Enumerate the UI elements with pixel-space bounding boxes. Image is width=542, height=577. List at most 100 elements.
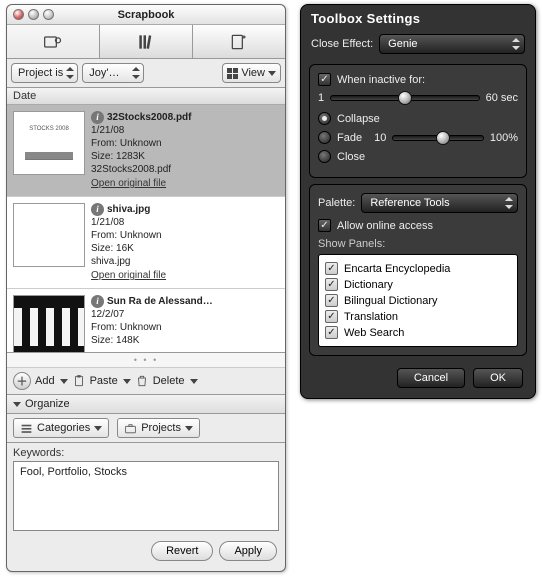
scrapbook-titlebar[interactable]: Scrapbook [7,5,285,25]
open-original-link[interactable]: Open original file [91,269,166,282]
date-section-header: Date [7,88,285,105]
palette-value: Reference Tools [370,197,449,209]
apply-row: Revert Apply [7,535,285,571]
item-date: 1/21/08 [91,124,279,137]
chevron-down-icon[interactable] [60,379,68,384]
list-item[interactable]: STOCKS 2008 i 32Stocks2008.pdf 1/21/08 F… [7,105,285,197]
info-icon[interactable]: i [91,295,104,308]
projects-label: Projects [141,422,181,434]
trash-icon [135,374,149,388]
inactive-checkbox[interactable]: ✓ [318,73,331,86]
tab-library[interactable] [100,25,193,58]
item-title: shiva.jpg [107,203,150,216]
close-radio[interactable] [318,150,331,163]
chevron-down-icon[interactable] [123,379,131,384]
window-title: Scrapbook [118,9,175,21]
close-icon[interactable] [13,9,24,20]
palette-select[interactable]: Reference Tools [361,193,518,213]
toolbox-window: Toolbox Settings Close Effect: Genie ✓ W… [300,4,536,399]
keywords-label: Keywords: [7,443,285,461]
list-item[interactable]: i Sun Ra de Alessand… 12/2/07 From: Unkn… [7,289,285,353]
minimize-icon[interactable] [28,9,39,20]
tab-clippings[interactable] [7,25,100,58]
resize-handle[interactable]: • • • [7,353,285,368]
item-meta: i shiva.jpg 1/21/08 From: Unknown Size: … [91,203,279,282]
item-title: Sun Ra de Alessand… [107,295,213,308]
list-item[interactable]: i shiva.jpg 1/21/08 From: Unknown Size: … [7,197,285,289]
item-meta: i 32Stocks2008.pdf 1/21/08 From: Unknown… [91,111,279,190]
organize-row: Categories Projects [7,414,285,443]
collapse-label: Collapse [337,113,380,125]
fade-max: 100% [490,132,518,144]
inactive-slider[interactable] [330,95,479,101]
item-title: 32Stocks2008.pdf [107,111,192,124]
info-icon[interactable]: i [91,111,104,124]
chevron-down-icon [94,426,102,431]
collapse-radio[interactable] [318,112,331,125]
grid-icon [227,68,238,79]
item-filename: shiva.jpg [91,255,279,268]
slider-max: 60 sec [486,92,518,104]
close-effect-row: Close Effect: Genie [301,30,535,58]
item-thumbnail[interactable] [13,203,85,267]
fade-radio[interactable] [318,131,331,144]
zoom-icon[interactable] [43,9,54,20]
panel-name: Bilingual Dictionary [344,295,438,307]
keywords-input[interactable]: Fool, Portfolio, Stocks [13,461,279,531]
item-list[interactable]: STOCKS 2008 i 32Stocks2008.pdf 1/21/08 F… [7,105,285,353]
delete-label[interactable]: Delete [153,375,185,387]
show-panels-label: Show Panels: [318,238,518,250]
action-row: ＋ Add Paste Delete [7,368,285,395]
slider-thumb[interactable] [398,91,412,105]
apply-button[interactable]: Apply [219,541,277,561]
projects-button[interactable]: Projects [117,418,200,438]
palette-panel: Palette: Reference Tools ✓ Allow online … [309,184,527,356]
item-from: From: Unknown [91,229,279,242]
add-label: Add [35,375,55,387]
panel-checkbox[interactable]: ✓ [325,326,338,339]
info-icon[interactable]: i [91,203,104,216]
panel-name: Web Search [344,327,404,339]
fade-slider[interactable] [392,135,484,141]
updown-icon [132,67,140,79]
chevron-down-icon [185,426,193,431]
panel-checkbox[interactable]: ✓ [325,294,338,307]
window-controls[interactable] [13,9,54,20]
organize-disclosure[interactable]: Organize [7,395,285,414]
chevron-down-icon[interactable] [190,379,198,384]
add-button[interactable]: ＋ [13,372,31,390]
updown-icon [511,38,521,50]
item-thumbnail[interactable] [13,295,85,353]
slider-thumb[interactable] [436,131,450,145]
tab-add[interactable] [193,25,285,58]
item-date: 1/21/08 [91,216,279,229]
item-filename: 32Stocks2008.pdf [91,163,279,176]
ok-button[interactable]: OK [473,368,523,388]
panel-checkbox[interactable]: ✓ [325,262,338,275]
panel-checkbox[interactable]: ✓ [325,310,338,323]
close-label: Close [337,151,365,163]
clippings-icon [43,32,63,52]
keywords-value: Fool, Portfolio, Stocks [20,466,127,478]
view-label: View [241,67,265,79]
panel-name: Encarta Encyclopedia [344,263,450,275]
close-effect-select[interactable]: Genie [379,34,525,54]
toolbox-title: Toolbox Settings [301,5,535,30]
panel-checkbox[interactable]: ✓ [325,278,338,291]
panel-name: Dictionary [344,279,393,291]
open-original-link[interactable]: Open original file [91,177,166,190]
item-thumbnail[interactable]: STOCKS 2008 [13,111,85,175]
slider-min: 1 [318,92,324,104]
project-filter-select[interactable]: Project is [11,63,78,83]
revert-button[interactable]: Revert [151,541,213,561]
view-button[interactable]: View [222,63,281,83]
categories-button[interactable]: Categories [13,418,109,438]
project-filter-label: Project is [18,67,63,79]
paste-label[interactable]: Paste [90,375,118,387]
organize-label: Organize [25,398,70,410]
chart-icon [25,136,73,160]
project-value-select[interactable]: Joy'… [82,63,144,83]
cancel-button[interactable]: Cancel [397,368,465,388]
item-from: From: Unknown [91,321,279,334]
online-checkbox[interactable]: ✓ [318,219,331,232]
